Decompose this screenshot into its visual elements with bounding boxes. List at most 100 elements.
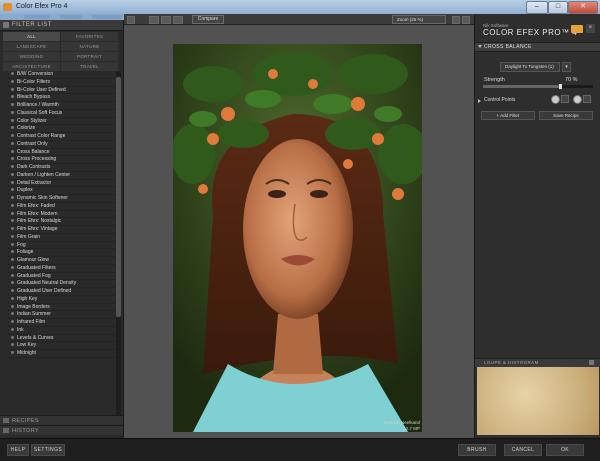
category-portrait[interactable]: PORTRAIT bbox=[61, 52, 118, 61]
filter-item[interactable]: Bi-Color Filters bbox=[8, 79, 115, 87]
add-control-point-icon[interactable] bbox=[551, 95, 560, 104]
favorite-star-icon[interactable] bbox=[11, 296, 14, 300]
filter-item[interactable]: Low Key bbox=[8, 342, 115, 350]
favorite-star-icon[interactable] bbox=[11, 351, 14, 355]
favorite-star-icon[interactable] bbox=[11, 234, 14, 238]
favorite-star-icon[interactable] bbox=[11, 312, 14, 316]
strength-slider[interactable] bbox=[483, 84, 593, 89]
panel-close-icon[interactable]: × bbox=[586, 24, 595, 33]
filter-item[interactable]: Indian Summer bbox=[8, 311, 115, 319]
favorite-star-icon[interactable] bbox=[11, 165, 14, 169]
favorite-star-icon[interactable] bbox=[11, 327, 14, 331]
zoom-select[interactable]: Zoom (25 %) bbox=[392, 15, 446, 24]
favorite-star-icon[interactable] bbox=[11, 118, 14, 122]
add-filter-button[interactable]: + Add Filter bbox=[481, 111, 535, 120]
filter-item[interactable]: Midnight bbox=[8, 350, 115, 358]
favorite-star-icon[interactable] bbox=[11, 87, 14, 91]
filter-item[interactable]: High Key bbox=[8, 296, 115, 304]
favorite-star-icon[interactable] bbox=[11, 172, 14, 176]
cancel-button[interactable]: CANCEL bbox=[504, 444, 542, 456]
negative-control-point-icon[interactable] bbox=[573, 95, 582, 104]
close-button[interactable]: ✕ bbox=[568, 1, 598, 14]
filter-item[interactable]: Contrast Color Range bbox=[8, 133, 115, 141]
filter-item[interactable]: Ink bbox=[8, 327, 115, 335]
filter-list-scrollbar[interactable] bbox=[116, 71, 121, 433]
brush-button[interactable]: BRUSH bbox=[458, 444, 496, 456]
favorite-star-icon[interactable] bbox=[11, 110, 14, 114]
filter-item[interactable]: Image Borders bbox=[8, 304, 115, 312]
recipes-section[interactable]: RECIPES bbox=[0, 415, 123, 425]
save-recipe-button[interactable]: Save Recipe bbox=[539, 111, 593, 120]
control-point-mode-icon[interactable] bbox=[561, 95, 569, 103]
category-wedding[interactable]: WEDDING bbox=[3, 52, 60, 61]
favorite-star-icon[interactable] bbox=[11, 134, 14, 138]
settings-button[interactable]: SETTINGS bbox=[31, 444, 65, 456]
category-architecture[interactable]: ARCHITECTURE bbox=[3, 62, 60, 71]
favorite-star-icon[interactable] bbox=[11, 95, 14, 99]
background-toggle-icon[interactable] bbox=[452, 16, 460, 24]
filter-item[interactable]: Color Stylizer bbox=[8, 118, 115, 126]
favorite-star-icon[interactable] bbox=[11, 265, 14, 269]
filter-item[interactable]: Graduated Fog bbox=[8, 273, 115, 281]
filter-item[interactable]: Colorize bbox=[8, 125, 115, 133]
favorite-star-icon[interactable] bbox=[11, 103, 14, 107]
filter-item[interactable]: Film Efex: Vintage bbox=[8, 226, 115, 234]
filter-item[interactable]: Contrast Only bbox=[8, 141, 115, 149]
loupe-settings-icon[interactable] bbox=[589, 360, 594, 365]
favorite-star-icon[interactable] bbox=[11, 180, 14, 184]
filter-item[interactable]: Film Efex: Nostalgic bbox=[8, 218, 115, 226]
favorite-star-icon[interactable] bbox=[11, 289, 14, 293]
favorite-star-icon[interactable] bbox=[11, 196, 14, 200]
favorite-star-icon[interactable] bbox=[11, 304, 14, 308]
filter-item[interactable]: Graduated Neutral Density bbox=[8, 280, 115, 288]
filter-section-header[interactable]: CROSS BALANCE bbox=[475, 42, 600, 52]
toggle-browser-icon[interactable] bbox=[127, 16, 135, 24]
category-all[interactable]: ALL bbox=[3, 32, 60, 41]
filter-item[interactable]: Infrared Film bbox=[8, 319, 115, 327]
favorite-star-icon[interactable] bbox=[11, 242, 14, 246]
favorite-star-icon[interactable] bbox=[11, 258, 14, 262]
single-view-icon[interactable] bbox=[149, 16, 159, 24]
category-landscape[interactable]: LANDSCAPE bbox=[3, 42, 60, 51]
filter-item[interactable]: Detail Extractor bbox=[8, 180, 115, 188]
filter-item[interactable]: Glamour Glow bbox=[8, 257, 115, 265]
filter-item[interactable]: Film Efex: Faded bbox=[8, 203, 115, 211]
favorite-star-icon[interactable] bbox=[11, 79, 14, 83]
filter-item[interactable]: Cross Processing bbox=[8, 156, 115, 164]
filter-item[interactable]: Duplex bbox=[8, 187, 115, 195]
favorite-star-icon[interactable] bbox=[11, 149, 14, 153]
filter-item[interactable]: Classical Soft Focus bbox=[8, 110, 115, 118]
filter-item[interactable]: Bleach Bypass bbox=[8, 94, 115, 102]
ok-button[interactable]: OK bbox=[546, 444, 584, 456]
preset-dropdown-icon[interactable]: ▾ bbox=[562, 62, 571, 72]
filter-item[interactable]: Film Efex: Modern bbox=[8, 211, 115, 219]
favorite-star-icon[interactable] bbox=[11, 219, 14, 223]
favorite-star-icon[interactable] bbox=[11, 250, 14, 254]
history-section[interactable]: HISTORY bbox=[0, 425, 123, 435]
loupe-header[interactable]: LOUPE & HISTOGRAM bbox=[475, 358, 600, 367]
filter-item[interactable]: Brilliance / Warmth bbox=[8, 102, 115, 110]
filter-item[interactable]: B/W Conversion bbox=[8, 71, 115, 79]
help-button[interactable]: HELP bbox=[7, 444, 29, 456]
minimize-button[interactable]: – bbox=[526, 1, 548, 14]
favorite-star-icon[interactable] bbox=[11, 157, 14, 161]
split-view-icon[interactable] bbox=[161, 16, 171, 24]
maximize-button[interactable]: □ bbox=[548, 1, 568, 14]
filter-item[interactable]: Dynamic Skin Softener bbox=[8, 195, 115, 203]
favorite-star-icon[interactable] bbox=[11, 72, 14, 76]
side-by-side-icon[interactable] bbox=[173, 16, 183, 24]
filter-item[interactable]: Dark Contrasts bbox=[8, 164, 115, 172]
favorite-star-icon[interactable] bbox=[11, 188, 14, 192]
filter-item[interactable]: Graduated User Defined bbox=[8, 288, 115, 296]
expand-triangle-icon[interactable] bbox=[478, 99, 481, 103]
favorite-star-icon[interactable] bbox=[11, 273, 14, 277]
compare-button[interactable]: Compare bbox=[192, 15, 224, 24]
favorite-star-icon[interactable] bbox=[11, 281, 14, 285]
filter-item[interactable]: Film Grain bbox=[8, 234, 115, 242]
filter-item[interactable]: Graduated Filters bbox=[8, 265, 115, 273]
filter-item[interactable]: Fog bbox=[8, 242, 115, 250]
favorite-star-icon[interactable] bbox=[11, 141, 14, 145]
favorite-star-icon[interactable] bbox=[11, 126, 14, 130]
category-favorites[interactable]: FAVORITES bbox=[61, 32, 118, 41]
favorite-star-icon[interactable] bbox=[11, 320, 14, 324]
